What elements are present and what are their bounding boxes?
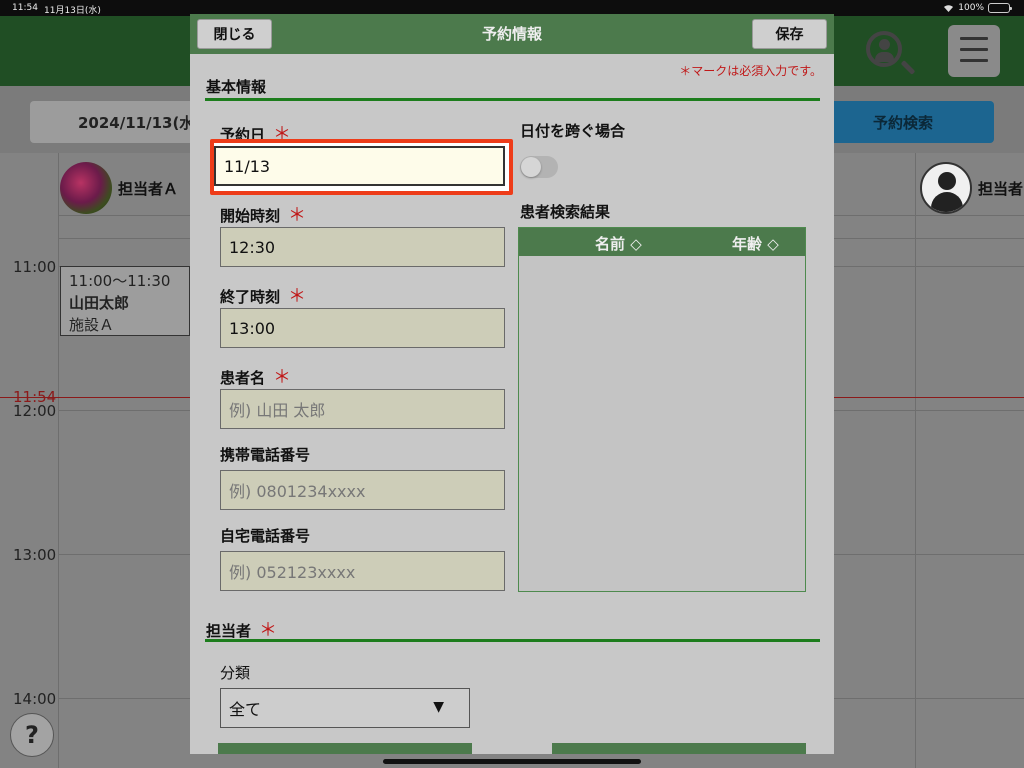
patient-name-input[interactable]: 例) 山田 太郎: [220, 389, 505, 429]
menu-button[interactable]: [948, 25, 1000, 77]
required-mark: ＊: [288, 286, 307, 307]
mobile-phone-input[interactable]: 例) 0801234xxxx: [220, 470, 505, 510]
date-input[interactable]: 11/13: [214, 146, 505, 186]
category-label: 分類: [220, 664, 251, 682]
category-value: 全て: [229, 700, 262, 719]
required-mark: ＊: [288, 205, 307, 226]
status-time: 11:54: [12, 3, 38, 13]
appointment-block[interactable]: 11:00～11:30 山田太郎 施設Ａ: [60, 266, 190, 336]
person-search-icon: [866, 31, 902, 67]
help-button[interactable]: ?: [10, 713, 54, 757]
dropdown-arrow-icon: ▼: [433, 699, 444, 715]
search-results-label: 患者検索結果: [520, 203, 611, 221]
appointment-patient: 山田太郎: [69, 294, 130, 312]
staff-name: 担当者: [978, 179, 1024, 198]
required-mark: ＊: [259, 620, 278, 641]
patient-search-button[interactable]: [862, 25, 916, 77]
modal-title: 予約情報: [481, 25, 542, 43]
category-select[interactable]: 全て ▼: [220, 688, 470, 728]
reservation-search-button[interactable]: 予約検索: [812, 101, 994, 143]
search-results-table: 名前 ◇ 年齢 ◇: [518, 227, 806, 592]
results-header: 名前 ◇ 年齢 ◇: [519, 228, 805, 256]
current-time-label: 11:54: [13, 388, 57, 406]
cross-day-toggle[interactable]: [520, 156, 558, 178]
time-label: 14:00: [13, 690, 57, 708]
sort-by-name[interactable]: 名前 ◇: [595, 233, 642, 254]
start-time-label: 開始時刻＊: [220, 205, 307, 226]
basic-info-heading: 基本情報: [206, 78, 267, 96]
end-time-input[interactable]: 13:00: [220, 308, 505, 348]
bottom-tab-left[interactable]: [218, 743, 472, 754]
status-date: 11月13日(水): [44, 6, 101, 16]
bottom-tab-right[interactable]: [552, 743, 806, 754]
battery-icon: [988, 3, 1012, 13]
grid-line: [915, 153, 916, 768]
battery-percent: 100%: [958, 3, 984, 13]
time-label: 11:00: [13, 258, 57, 276]
divider: [205, 98, 820, 101]
close-button[interactable]: 閉じる: [197, 19, 272, 49]
mobile-phone-label: 携帯電話番号: [220, 446, 311, 464]
reservation-modal: 予約情報 閉じる 保存 ＊マークは必須入力です。 基本情報 予約日＊ 11/13…: [190, 14, 834, 754]
home-phone-label: 自宅電話番号: [220, 527, 311, 545]
wifi-icon: [943, 4, 954, 12]
required-note: ＊マークは必須入力です。: [679, 64, 822, 78]
patient-name-label: 患者名＊: [220, 367, 292, 388]
cross-day-label: 日付を跨ぐ場合: [520, 122, 626, 140]
appointment-place: 施設Ａ: [69, 316, 115, 334]
divider: [205, 639, 820, 642]
save-button[interactable]: 保存: [752, 19, 827, 49]
staff-column-a[interactable]: 担当者Ａ: [60, 160, 178, 216]
grid-line: [58, 153, 59, 768]
start-time-input[interactable]: 12:30: [220, 227, 505, 267]
staff-name: 担当者Ａ: [118, 179, 179, 198]
home-phone-input[interactable]: 例) 052123xxxx: [220, 551, 505, 591]
required-mark: ＊: [273, 367, 292, 388]
sort-by-age[interactable]: 年齢 ◇: [732, 233, 779, 254]
user-icon: [920, 162, 972, 214]
date-selector[interactable]: 2024/11/13(水: [30, 101, 210, 143]
hamburger-icon: [960, 37, 988, 70]
time-label: 13:00: [13, 546, 57, 564]
end-time-label: 終了時刻＊: [220, 286, 307, 307]
status-right: 100%: [943, 3, 1012, 13]
avatar: [60, 162, 112, 214]
staff-column-b[interactable]: 担当者: [920, 160, 1023, 216]
home-indicator[interactable]: [383, 759, 641, 764]
appointment-time: 11:00～11:30: [69, 272, 171, 290]
